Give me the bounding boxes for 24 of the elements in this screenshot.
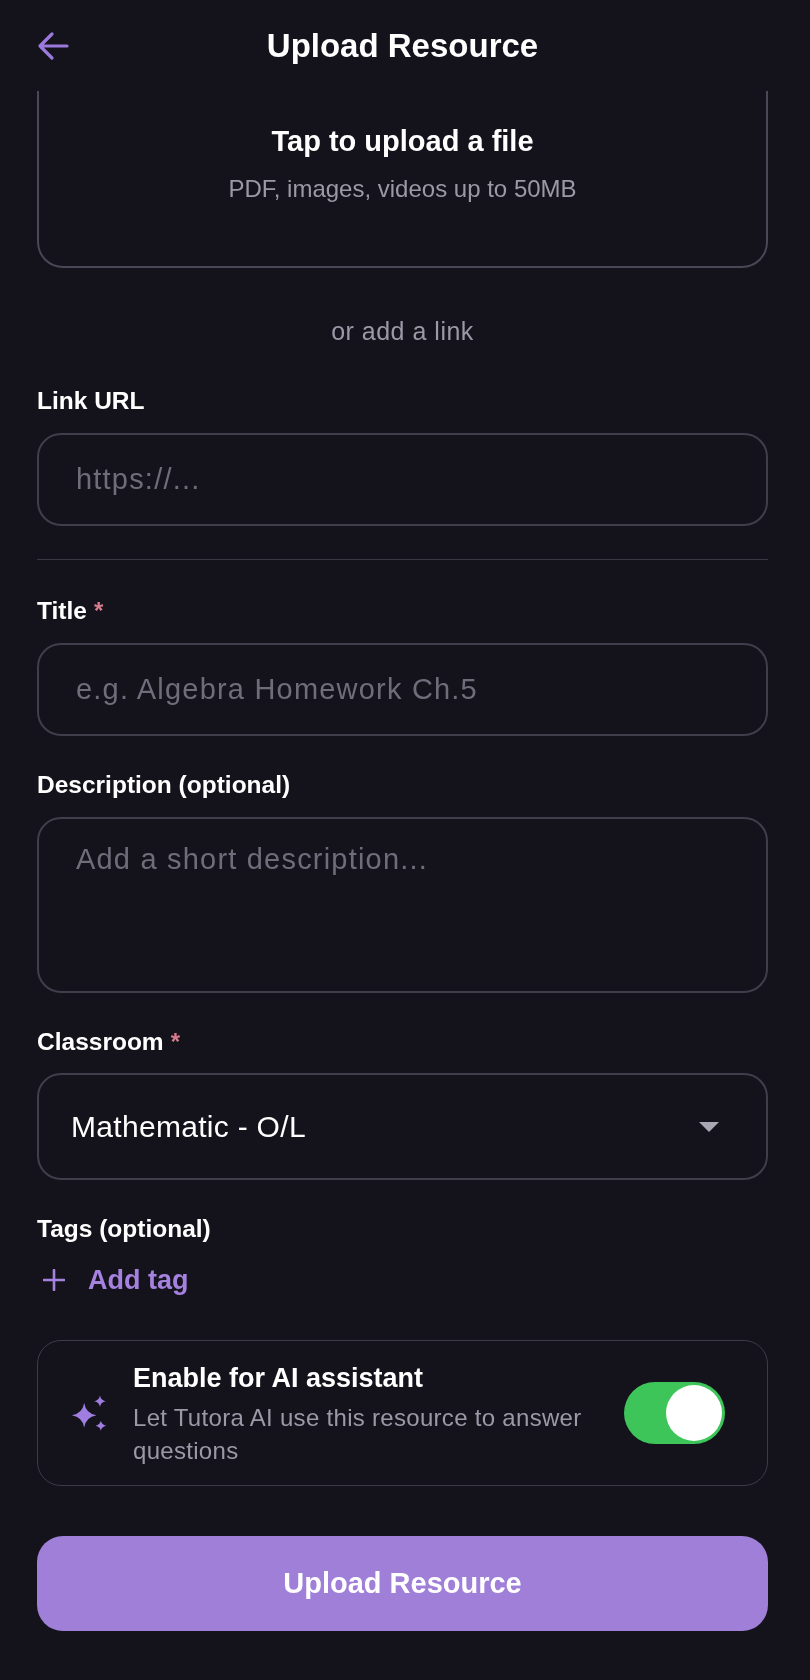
back-button[interactable] (37, 29, 69, 62)
sparkle-icon (71, 1395, 107, 1431)
upload-title: Tap to upload a file (271, 124, 534, 159)
classroom-select[interactable]: Mathematic - O/L (37, 1073, 768, 1180)
required-mark: * (170, 1027, 180, 1057)
page-title: Upload Resource (265, 25, 540, 66)
url-field[interactable]: https://... (37, 433, 768, 526)
ai-assistant-title: Enable for AI assistant (133, 1361, 425, 1395)
plus-icon (43, 1269, 65, 1291)
field-label: Classroom (37, 1027, 164, 1057)
separator-text: or add a link (331, 316, 474, 346)
field-label: Tags (optional) (37, 1214, 211, 1244)
add-tag-button[interactable]: Add tag (43, 1262, 189, 1298)
field-label: Title (37, 596, 87, 626)
back-arrow-icon (37, 29, 69, 62)
title-field[interactable]: e.g. Algebra Homework Ch.5 (37, 643, 768, 736)
description-field[interactable]: Add a short description... (37, 817, 768, 993)
upload-dropzone[interactable]: Tap to upload a file PDF, images, videos up to 50MB (37, 91, 768, 268)
upload-hint: PDF, images, videos up to 50MB (228, 174, 577, 204)
field-label: Description (optional) (37, 770, 291, 800)
field-label: Link URL (37, 386, 145, 416)
ai-assistant-description: Let Tutora AI use this resource to answer questions (133, 1402, 583, 1466)
required-mark: * (93, 596, 104, 626)
caret-icon (699, 1121, 719, 1132)
